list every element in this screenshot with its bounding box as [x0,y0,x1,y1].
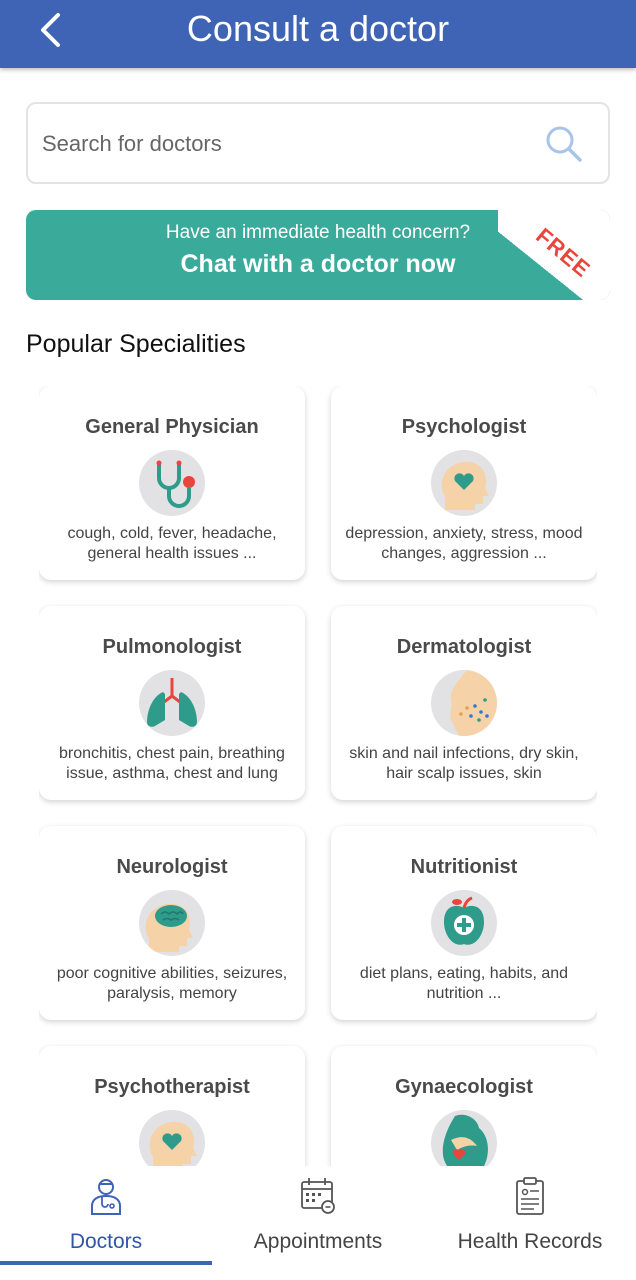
bottom-nav: Doctors Appointments Health Records [0,1166,636,1280]
card-description: poor cognitive abilities, seizures, para… [56,965,288,1002]
card-title: Pulmonologist [102,636,242,658]
speciality-card-dermatologist[interactable]: Dermatologist skin and nail infections, … [331,606,597,800]
speciality-card-neurologist[interactable]: Neurologist poor cognitive abilities, se… [39,826,305,1020]
skin-icon [431,670,497,736]
pregnancy-icon [431,1110,497,1166]
nav-health-records[interactable]: Health Records [424,1166,636,1266]
card-title: Dermatologist [396,636,532,658]
search-input[interactable] [42,122,522,166]
card-title: Gynaecologist [395,1076,533,1098]
nav-appointments[interactable]: Appointments [212,1166,424,1266]
card-title: Psychotherapist [94,1076,250,1098]
nav-label: Doctors [69,1230,143,1253]
speciality-card-nutritionist[interactable]: Nutritionist diet plans, eating, habits,… [331,826,597,1020]
card-description: skin and nail infections, dry skin, hair… [349,745,579,782]
card-title: General Physician [85,416,259,438]
speciality-card-pulmonologist[interactable]: Pulmonologist bronchitis, chest pain, br… [39,606,305,800]
card-title: Neurologist [116,856,228,878]
card-description: diet plans, eating, habits, and nutritio… [359,965,569,1002]
nav-doctors[interactable]: Doctors [0,1166,212,1266]
card-title: Nutritionist [410,856,518,878]
app-header: Consult a doctor [0,0,636,68]
speciality-card-gynaecologist[interactable]: Gynaecologist [331,1046,597,1166]
speciality-grid: General Physician cough, cold, fever, he… [39,386,597,1166]
card-description: cough, cold, fever, headache, general he… [67,525,277,562]
calendar-icon [301,1178,335,1214]
stethoscope-icon [139,450,205,516]
speciality-card-psychotherapist[interactable]: Psychotherapist [39,1046,305,1166]
nav-label: Health Records [457,1230,603,1253]
chat-doctor-banner[interactable]: Have an immediate health concern? Chat w… [26,210,610,300]
card-description: depression, anxiety, stress, mood change… [345,525,583,562]
active-tab-indicator [0,1261,212,1265]
clipboard-icon [516,1177,544,1215]
apple-icon [431,890,497,956]
head-heart-icon [431,450,497,516]
card-title: Psychologist [401,416,527,438]
section-title: Popular Specialities [26,330,246,358]
speciality-card-psychologist[interactable]: Psychologist depression, anxiety, stress… [331,386,597,580]
search-icon[interactable] [544,124,584,164]
brain-icon [139,890,205,956]
lungs-icon [139,670,205,736]
page-title: Consult a doctor [186,8,450,49]
doctor-icon [91,1179,121,1215]
search-box[interactable] [26,102,610,184]
speciality-card-general-physician[interactable]: General Physician cough, cold, fever, he… [39,386,305,580]
head-heart-icon [139,1110,205,1166]
card-description: bronchitis, chest pain, breathing issue,… [59,745,285,782]
nav-label: Appointments [253,1230,383,1253]
